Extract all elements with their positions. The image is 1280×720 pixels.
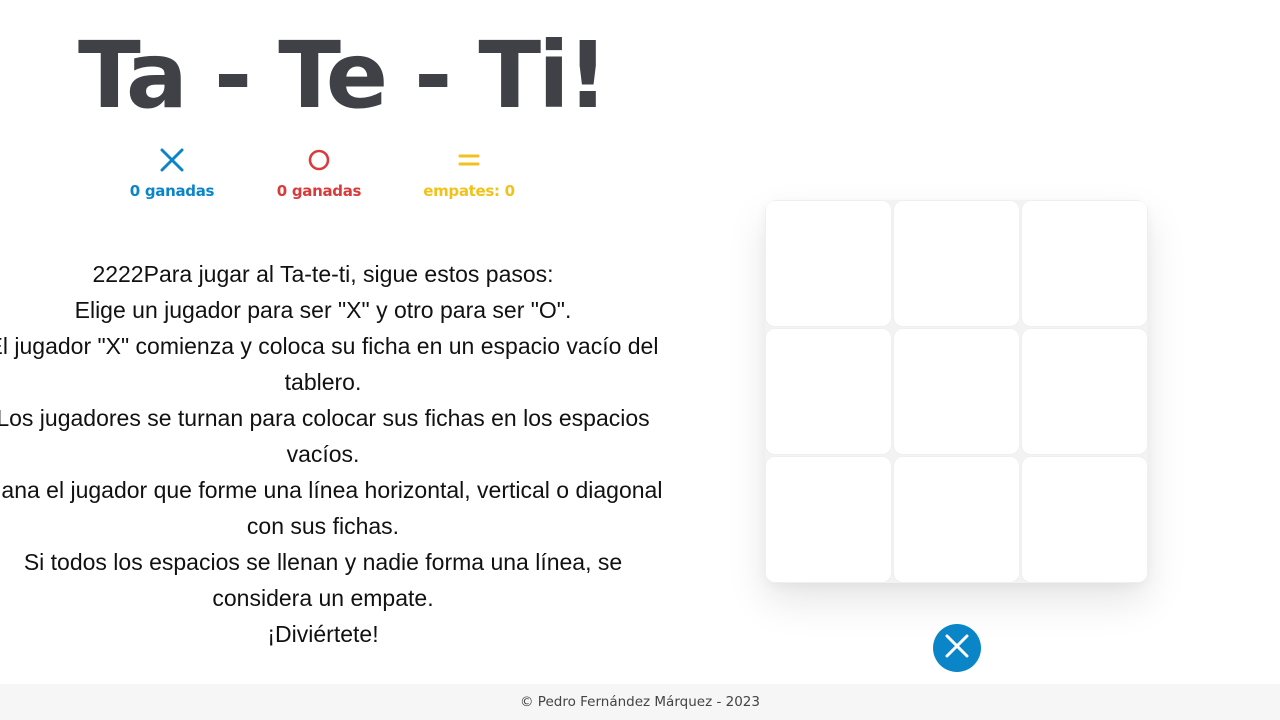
page: Ta - Te - Ti! 0 ganadas 0 ganadas empate… [0,0,1280,720]
score-o: 0 ganadas [254,146,384,200]
instruction-line: Si todos los espacios se llenan y nadie … [23,549,623,611]
score-x: 0 ganadas [107,146,237,200]
instruction-line: Gana el jugador que forme una línea hori… [0,477,663,539]
board-cell-6[interactable] [1021,328,1148,455]
x-icon [943,632,971,665]
current-turn-indicator [933,624,981,672]
game-board [765,200,1148,583]
footer-copyright: © Pedro Fernández Márquez - 2023 [520,694,760,710]
board-cell-8[interactable] [893,456,1020,583]
instruction-line: ¡Diviértete! [267,621,379,647]
x-icon [107,146,237,174]
board-cell-9[interactable] [1021,456,1148,583]
score-draws: empates: 0 [404,146,534,200]
score-x-label: 0 ganadas [129,182,215,200]
circle-icon [254,146,384,174]
board-cell-2[interactable] [893,200,1020,327]
board-cell-1[interactable] [765,200,892,327]
score-draws-label: empates: 0 [423,182,515,200]
score-o-label: 0 ganadas [276,182,362,200]
board-cell-5[interactable] [893,328,1020,455]
instructions: 2222Para jugar al Ta-te-ti, sigue estos … [0,256,664,652]
instruction-line: 2222Para jugar al Ta-te-ti, sigue estos … [92,261,554,287]
equals-icon [404,146,534,174]
board-cell-7[interactable] [765,456,892,583]
board-cell-4[interactable] [765,328,892,455]
page-title: Ta - Te - Ti! [78,22,609,129]
instruction-line: Los jugadores se turnan para colocar sus… [0,405,650,467]
footer: © Pedro Fernández Márquez - 2023 [0,684,1280,720]
instruction-line: Elige un jugador para ser "X" y otro par… [74,297,572,323]
board-cell-3[interactable] [1021,200,1148,327]
instruction-line: El jugador "X" comienza y coloca su fich… [0,333,659,395]
